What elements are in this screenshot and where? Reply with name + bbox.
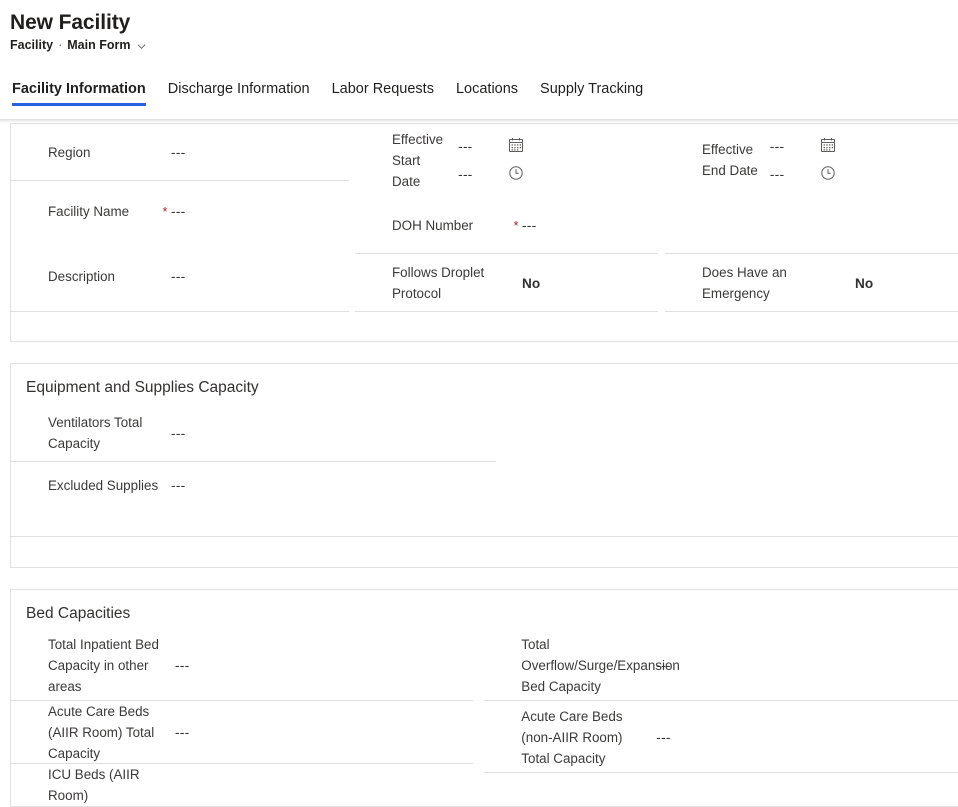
chevron-down-icon (137, 42, 146, 51)
clock-icon[interactable] (820, 165, 838, 183)
column-2: Total Overflow/Surge/Expansion Bed Capac… (484, 630, 958, 806)
field-label: Description (48, 269, 115, 284)
column-1: Total Inpatient Bed Capacity in other ar… (11, 630, 473, 806)
column-1: Ventilators Total Capacity --- Excluded … (11, 404, 496, 508)
field-label: Facility Name (48, 203, 130, 219)
field-icu-beds-aiir[interactable]: ICU Beds (AIIR Room) (11, 764, 461, 806)
start-date-value: --- (458, 138, 473, 154)
field-value: --- (171, 145, 186, 160)
field-label: Excluded Supplies (48, 477, 159, 493)
form-selector-label: Main Form (67, 38, 131, 52)
tab-facility-information[interactable]: Facility Information (10, 81, 157, 106)
field-value: --- (656, 658, 671, 673)
tab-label: Locations (455, 81, 519, 97)
field-label: Does Have an Emergency (702, 265, 787, 301)
field-divider (11, 311, 349, 312)
section-facility-information: Region --- Facility Name * --- Descripti… (10, 123, 958, 342)
field-total-inpatient-bed-capacity[interactable]: Total Inpatient Bed Capacity in other ar… (11, 630, 473, 701)
field-value: No (522, 275, 541, 291)
tab-label: Labor Requests (331, 81, 434, 97)
field-facility-name[interactable]: Facility Name * --- (11, 181, 348, 241)
field-value: --- (522, 217, 537, 233)
field-description[interactable]: Description --- (11, 241, 349, 312)
required-marker: * (162, 203, 168, 219)
tab-locations[interactable]: Locations (445, 81, 529, 106)
section-bed-capacities: Bed Capacities Total Inpatient Bed Capac… (10, 589, 958, 807)
breadcrumb: Facility · Main Form (10, 38, 958, 52)
field-effective-start-date[interactable]: Effective Start Date --- --- (355, 124, 665, 196)
field-effective-end-date[interactable]: Effective End Date --- --- (665, 124, 958, 196)
section-footer (11, 312, 958, 341)
field-value: --- (171, 425, 186, 441)
field-label: Ventilators Total Capacity (48, 415, 143, 451)
tab-supply-tracking[interactable]: Supply Tracking (529, 81, 654, 106)
field-acute-care-beds-aiir[interactable]: Acute Care Beds (AIIR Room) Total Capaci… (11, 701, 473, 764)
tab-discharge-information[interactable]: Discharge Information (157, 81, 321, 106)
field-label: Effective End Date (702, 142, 758, 178)
field-value: --- (175, 725, 190, 740)
page-header: New Facility Facility · Main Form (0, 0, 958, 52)
field-total-overflow-capacity[interactable]: Total Overflow/Surge/Expansion Bed Capac… (484, 630, 958, 701)
calendar-icon[interactable] (820, 137, 838, 155)
field-label: Acute Care Beds (AIIR Room) Total Capaci… (48, 704, 155, 761)
field-label: DOH Number (392, 217, 474, 233)
tab-label: Discharge Information (167, 81, 310, 97)
required-marker: * (513, 217, 519, 233)
entity-name: Facility (10, 38, 54, 52)
field-value: --- (171, 269, 186, 284)
field-label: Effective Start Date (392, 131, 444, 189)
field-label: Region (48, 145, 91, 160)
column-2: Effective Start Date --- --- DOH Number … (355, 124, 665, 312)
end-date-value: --- (769, 138, 785, 154)
start-time-value: --- (458, 166, 473, 182)
tab-label: Facility Information (12, 81, 146, 97)
field-label: Total Overflow/Surge/Expansion Bed Capac… (521, 637, 680, 694)
section-equipment-and-supplies-capacity: Equipment and Supplies Capacity Ventilat… (10, 363, 958, 568)
field-label: Total Inpatient Bed Capacity in other ar… (48, 637, 159, 694)
field-acute-care-beds-non-aiir[interactable]: Acute Care Beds (non-AIIR Room) Total Ca… (484, 701, 958, 773)
calendar-icon[interactable] (508, 137, 526, 155)
page-title: New Facility (10, 11, 131, 34)
column-1: Region --- Facility Name * --- Descripti… (11, 124, 349, 312)
section-title: Bed Capacities (26, 605, 131, 622)
field-excluded-supplies[interactable]: Excluded Supplies --- (11, 462, 496, 508)
tab-labor-requests[interactable]: Labor Requests (321, 81, 445, 106)
field-value: --- (171, 203, 186, 219)
field-value: --- (656, 729, 671, 745)
column-3: Effective End Date --- --- Does Have an … (665, 124, 958, 312)
tab-strip: Facility Information Discharge Informati… (0, 73, 958, 106)
field-label: Follows Droplet Protocol (392, 265, 485, 301)
section-footer (11, 537, 958, 567)
field-does-have-an-emergency[interactable]: Does Have an Emergency No (665, 254, 958, 312)
field-divider (665, 311, 958, 312)
field-label: Acute Care Beds (non-AIIR Room) Total Ca… (521, 708, 623, 766)
field-label: ICU Beds (AIIR Room) (48, 767, 140, 803)
field-divider (484, 772, 958, 773)
section-title: Equipment and Supplies Capacity (26, 379, 259, 396)
field-region[interactable]: Region --- (11, 124, 349, 181)
field-value: --- (175, 658, 190, 673)
field-spacer (665, 196, 958, 254)
field-divider (355, 311, 658, 312)
breadcrumb-separator: · (58, 38, 63, 52)
form-selector[interactable]: Main Form (67, 38, 146, 52)
field-value: No (855, 275, 874, 291)
clock-icon[interactable] (508, 165, 526, 183)
tab-label: Supply Tracking (540, 81, 644, 97)
end-time-value: --- (769, 166, 785, 182)
field-value: --- (171, 477, 186, 493)
field-follows-droplet-protocol[interactable]: Follows Droplet Protocol No (355, 254, 665, 312)
field-ventilators-total-capacity[interactable]: Ventilators Total Capacity --- (11, 404, 496, 462)
field-doh-number[interactable]: DOH Number * --- (355, 196, 665, 254)
